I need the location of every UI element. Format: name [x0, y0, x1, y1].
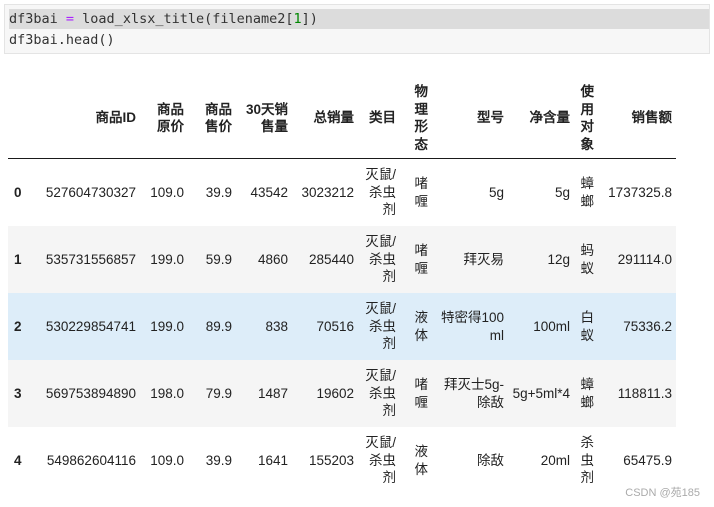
cell-physical-form: 啫喱 — [414, 176, 429, 209]
code-close: ]) — [301, 11, 318, 27]
cell-net-content: 100ml — [533, 318, 570, 334]
cell-target: 蟑螂 — [580, 377, 595, 410]
cell-revenue: 118811.3 — [617, 385, 672, 401]
cell-physical-form: 啫喱 — [414, 243, 429, 276]
cell-target: 蚂蚁 — [580, 243, 595, 276]
cell-revenue: 1737325.8 — [608, 184, 672, 200]
table-row[interactable]: 0 527604730327 109.0 39.9 43542 3023212 … — [8, 159, 676, 227]
row-index: 3 — [14, 385, 22, 401]
cell-model: 5g — [488, 184, 504, 200]
cell-product-id: 569753894890 — [45, 385, 136, 401]
cell-revenue: 75336.2 — [623, 318, 672, 334]
header-total-sales: 总销量 — [292, 78, 358, 159]
dataframe-table: 商品ID 商品原价 商品售价 30天销售量 总销量 类目 物理形态 型号 净含量… — [8, 78, 676, 494]
row-index: 0 — [14, 184, 22, 200]
cell-original-price: 109.0 — [150, 452, 184, 468]
code-variable: df3bai — [9, 11, 66, 27]
cell-target: 蟑螂 — [580, 176, 595, 209]
header-model: 型号 — [432, 78, 508, 159]
header-original-price: 商品原价 — [140, 78, 188, 159]
table-row[interactable]: 1 535731556857 199.0 59.9 4860 285440 灭鼠… — [8, 226, 676, 293]
cell-total-sales: 70516 — [316, 318, 354, 334]
header-index — [8, 78, 34, 159]
cell-original-price: 199.0 — [150, 318, 184, 334]
cell-sale-price: 39.9 — [205, 452, 232, 468]
cell-product-id: 535731556857 — [45, 251, 136, 267]
cell-physical-form: 液体 — [414, 310, 429, 343]
cell-total-sales: 285440 — [308, 251, 354, 267]
cell-30day-sales: 1487 — [257, 385, 288, 401]
code-cell[interactable]: df3bai = load_xlsx_title(filename2[1]) d… — [4, 4, 710, 54]
code-operator: = — [65, 11, 75, 27]
cell-physical-form: 啫喱 — [414, 377, 429, 410]
cell-category: 灭鼠/杀虫剂 — [365, 435, 396, 486]
table-row[interactable]: 3 569753894890 198.0 79.9 1487 19602 灭鼠/… — [8, 360, 676, 427]
row-index: 1 — [14, 251, 22, 267]
cell-total-sales: 19602 — [316, 385, 354, 401]
notebook-page: df3bai = load_xlsx_title(filename2[1]) d… — [0, 0, 714, 507]
cell-model: 拜灭士5g-除敌 — [443, 377, 504, 410]
cell-sale-price: 39.9 — [205, 184, 232, 200]
cell-model: 除敌 — [477, 452, 504, 468]
dataframe-output: 商品ID 商品原价 商品售价 30天销售量 总销量 类目 物理形态 型号 净含量… — [8, 78, 676, 494]
cell-sale-price: 79.9 — [205, 385, 232, 401]
header-sale-price: 商品售价 — [188, 78, 236, 159]
header-product-id: 商品ID — [34, 78, 140, 159]
cell-total-sales: 155203 — [308, 452, 354, 468]
header-net-content: 净含量 — [508, 78, 574, 159]
code-line-1: df3bai = load_xlsx_title(filename2[1]) — [9, 9, 709, 29]
cell-30day-sales: 1641 — [257, 452, 288, 468]
header-physical-form: 物理形态 — [400, 78, 432, 159]
cell-net-content: 5g — [554, 184, 570, 200]
row-index: 2 — [14, 318, 22, 334]
header-30day-sales: 30天销售量 — [236, 78, 292, 159]
header-revenue: 销售额 — [598, 78, 676, 159]
cell-category: 灭鼠/杀虫剂 — [365, 368, 396, 419]
cell-product-id: 530229854741 — [45, 318, 136, 334]
header-category: 类目 — [358, 78, 400, 159]
cell-sale-price: 89.9 — [205, 318, 232, 334]
cell-physical-form: 液体 — [414, 444, 429, 477]
cell-net-content: 20ml — [540, 452, 570, 468]
cell-target: 杀虫剂 — [580, 435, 595, 486]
cell-product-id: 527604730327 — [45, 184, 136, 200]
table-row[interactable]: 4 549862604116 109.0 39.9 1641 155203 灭鼠… — [8, 427, 676, 494]
cell-model: 特密得100ml — [440, 310, 504, 343]
table-row[interactable]: 2 530229854741 199.0 89.9 838 70516 灭鼠/杀… — [8, 293, 676, 360]
cell-revenue: 291114.0 — [617, 251, 672, 267]
cell-30day-sales: 4860 — [257, 251, 288, 267]
cell-original-price: 109.0 — [150, 184, 184, 200]
code-call: load_xlsx_title(filename2[ — [74, 11, 294, 27]
cell-net-content: 5g+5ml*4 — [512, 385, 570, 401]
cell-target: 白蚁 — [580, 310, 595, 343]
cell-original-price: 198.0 — [150, 385, 184, 401]
table-header-row: 商品ID 商品原价 商品售价 30天销售量 总销量 类目 物理形态 型号 净含量… — [8, 78, 676, 159]
cell-sale-price: 59.9 — [205, 251, 232, 267]
cell-30day-sales: 838 — [265, 318, 288, 334]
cell-net-content: 12g — [547, 251, 570, 267]
watermark: CSDN @苑185 — [625, 487, 700, 499]
row-index: 4 — [14, 452, 22, 468]
cell-product-id: 549862604116 — [46, 452, 136, 468]
header-target: 使用对象 — [574, 78, 598, 159]
cell-category: 灭鼠/杀虫剂 — [365, 301, 396, 352]
cell-category: 灭鼠/杀虫剂 — [365, 167, 396, 218]
cell-category: 灭鼠/杀虫剂 — [365, 234, 396, 285]
cell-model: 拜灭易 — [463, 251, 505, 267]
cell-original-price: 199.0 — [150, 251, 184, 267]
code-number: 1 — [293, 11, 302, 27]
code-line-2: df3bai.head() — [9, 32, 115, 48]
cell-30day-sales: 43542 — [250, 184, 288, 200]
cell-total-sales: 3023212 — [301, 184, 354, 200]
